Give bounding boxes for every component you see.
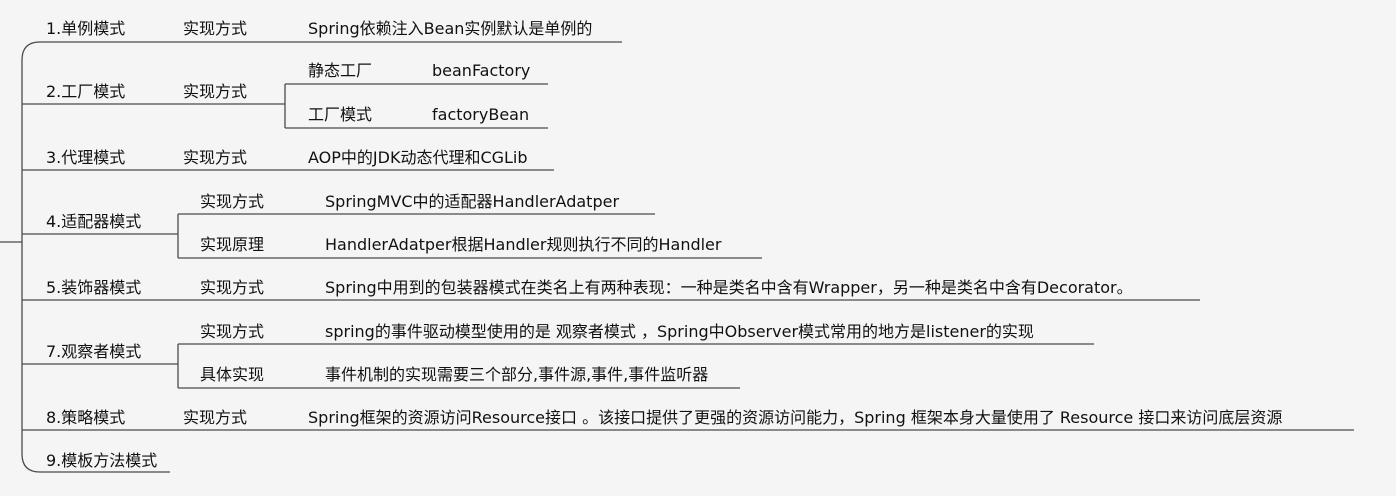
observer-impl-label: 具体实现 (200, 365, 265, 384)
pattern-strategy: 8.策略模式 (46, 408, 126, 427)
factory-static-value: beanFactory (432, 61, 531, 80)
factory-mode-label: 工厂模式 (308, 105, 373, 124)
pattern-decorator: 5.装饰器模式 (46, 278, 142, 297)
factory-static-label: 静态工厂 (308, 61, 373, 80)
decorator-detail: Spring中用到的包装器模式在类名上有两种表现：一种是类名中含有Wrapper… (325, 278, 1133, 297)
factory-method-label: 实现方式 (183, 82, 248, 101)
adapter-principle-label: 实现原理 (200, 235, 265, 254)
decorator-method-label: 实现方式 (200, 278, 265, 297)
observer-impl-value: 事件机制的实现需要三个部分,事件源,事件,事件监听器 (325, 365, 709, 384)
observer-method-value: spring的事件驱动模型使用的是 观察者模式 ，Spring中Observer… (325, 322, 1034, 341)
observer-method-label: 实现方式 (200, 322, 265, 341)
strategy-method-label: 实现方式 (183, 408, 248, 427)
singleton-detail: Spring依赖注入Bean实例默认是单例的 (308, 19, 593, 38)
strategy-detail: Spring框架的资源访问Resource接口 。该接口提供了更强的资源访问能力… (308, 408, 1283, 427)
factory-mode-value: factoryBean (432, 105, 530, 124)
pattern-observer: 7.观察者模式 (46, 342, 142, 361)
adapter-method-label: 实现方式 (200, 192, 265, 211)
pattern-template-method: 9.模板方法模式 (46, 451, 158, 470)
proxy-method-label: 实现方式 (183, 148, 248, 167)
pattern-proxy: 3.代理模式 (46, 148, 126, 167)
pattern-singleton: 1.单例模式 (46, 19, 126, 38)
pattern-adapter: 4.适配器模式 (46, 212, 142, 231)
singleton-method-label: 实现方式 (183, 19, 248, 38)
pattern-factory: 2.工厂模式 (46, 82, 126, 101)
adapter-method-value: SpringMVC中的适配器HandlerAdatper (325, 192, 620, 211)
proxy-detail: AOP中的JDK动态代理和CGLib (308, 148, 528, 167)
adapter-principle-value: HandlerAdatper根据Handler规则执行不同的Handler (325, 235, 722, 254)
